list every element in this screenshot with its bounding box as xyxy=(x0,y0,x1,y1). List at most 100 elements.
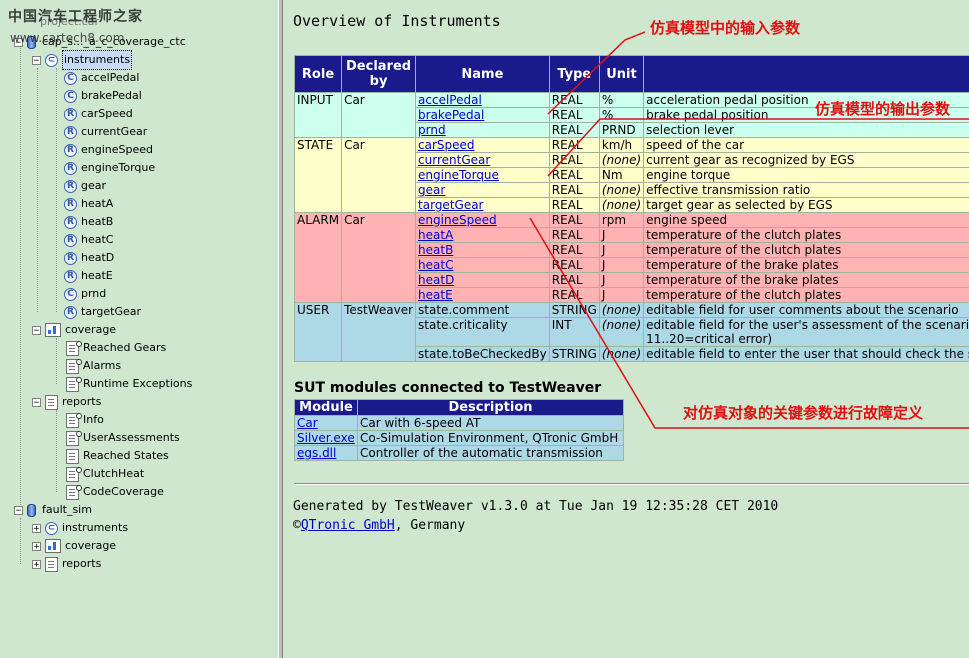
tree-item-instrument[interactable]: RheatE xyxy=(64,267,113,285)
report-icon xyxy=(66,430,82,446)
tree-item-instrument[interactable]: RheatA xyxy=(64,195,113,213)
report-icon xyxy=(66,466,82,482)
coverage-report-icon xyxy=(66,376,82,392)
tree-item-instruments[interactable]: − ⊂ instruments xyxy=(32,50,133,70)
instrument-link[interactable]: heatC xyxy=(418,258,453,272)
instrument-link[interactable]: heatA xyxy=(418,228,453,242)
name-cell: state.toBeCheckedBy xyxy=(415,346,550,362)
name-cell[interactable]: engineSpeed xyxy=(415,212,550,228)
panel-splitter[interactable] xyxy=(278,0,283,658)
name-cell[interactable]: heatD xyxy=(415,272,550,288)
watermark-logo: 中国汽车工程师之家 xyxy=(8,9,143,25)
module-link[interactable]: Silver.exe xyxy=(297,431,355,445)
unit-cell: (none) xyxy=(598,197,645,213)
instrument-link[interactable]: engineTorque xyxy=(418,168,499,182)
name-cell[interactable]: prnd xyxy=(415,122,550,138)
tree-item-fault-coverage[interactable]: + coverage xyxy=(32,537,116,555)
name-cell[interactable]: gear xyxy=(415,182,550,198)
company-link[interactable]: QTronic GmbH xyxy=(301,518,395,533)
name-cell[interactable]: carSpeed xyxy=(415,137,550,153)
module-cell[interactable]: Silver.exe xyxy=(294,430,358,446)
sut-section-title: SUT modules connected to TestWeaver xyxy=(294,380,602,396)
instrument-link[interactable]: engineSpeed xyxy=(418,213,497,227)
instrument-link[interactable]: heatD xyxy=(418,273,454,287)
tree-item-instrument[interactable]: RengineSpeed xyxy=(64,141,153,159)
annotation-fault-definition: 对仿真对象的关键参数进行故障定义 xyxy=(683,404,924,422)
name-cell[interactable]: accelPedal xyxy=(415,92,550,108)
tree-item-report[interactable]: CodeCoverage xyxy=(66,483,164,501)
expand-toggle[interactable]: + xyxy=(32,523,41,533)
unit-cell: (none) xyxy=(598,317,645,347)
module-cell[interactable]: egs.dll xyxy=(294,445,358,461)
tree-item-report[interactable]: Info xyxy=(66,411,104,429)
tree-item-fault-instruments[interactable]: + ⊂ instruments xyxy=(32,519,128,537)
collapse-toggle[interactable]: − xyxy=(14,505,23,515)
instrument-link[interactable]: accelPedal xyxy=(418,93,482,107)
description-cell: editable field for user comments about t… xyxy=(643,302,969,318)
description-text: editable field to enter the user that sh… xyxy=(646,347,969,361)
instrument-link[interactable]: targetGear xyxy=(418,198,483,212)
table-row: egs.dll Controller of the automatic trans… xyxy=(294,445,624,461)
tree-item-instrument[interactable]: CaccelPedal xyxy=(64,69,139,87)
collapse-toggle[interactable]: − xyxy=(32,397,41,407)
tree-item-coverage-report[interactable]: Reached Gears xyxy=(66,339,166,357)
unit-cell: km/h xyxy=(598,137,645,153)
tree-item-instrument[interactable]: CbrakePedal xyxy=(64,87,142,105)
instrument-link[interactable]: heatB xyxy=(418,243,453,257)
expand-toggle[interactable]: + xyxy=(32,559,41,569)
tree-item-coverage-report[interactable]: Runtime Exceptions xyxy=(66,375,192,393)
name-cell: state.comment xyxy=(415,302,550,318)
module-link[interactable]: egs.dll xyxy=(297,446,336,460)
tree-item-report[interactable]: Reached States xyxy=(66,447,169,465)
tree-item-fault-sim[interactable]: − fault_sim xyxy=(14,501,92,519)
declared-by-cell: Car xyxy=(341,92,417,138)
tree-item-report[interactable]: UserAssessments xyxy=(66,429,180,447)
module-cell[interactable]: Car xyxy=(294,415,358,431)
tree-item-reports[interactable]: − reports xyxy=(32,393,101,411)
name-cell[interactable]: brakePedal xyxy=(415,107,550,123)
column-header-name: Name xyxy=(415,55,550,93)
tree-item-label: brakePedal xyxy=(81,89,142,102)
copyright-line: ©QTronic GmbH, Germany xyxy=(293,518,465,533)
name-cell[interactable]: heatE xyxy=(415,287,550,303)
tree-item-instrument[interactable]: RtargetGear xyxy=(64,303,141,321)
type-cell: REAL xyxy=(548,152,600,168)
tree-item-instrument[interactable]: RheatC xyxy=(64,231,113,249)
tree-item-label: gear xyxy=(81,179,107,192)
tree-item-instrument[interactable]: Cprnd xyxy=(64,285,106,303)
tree-item-instrument[interactable]: RengineTorque xyxy=(64,159,155,177)
name-cell[interactable]: heatB xyxy=(415,242,550,258)
collapse-toggle[interactable]: − xyxy=(32,55,41,65)
tree-item-coverage[interactable]: − coverage xyxy=(32,321,116,339)
role-cell: ALARM xyxy=(293,212,343,303)
instrument-link[interactable]: brakePedal xyxy=(418,108,484,122)
name-cell[interactable]: heatA xyxy=(415,227,550,243)
expand-toggle[interactable]: + xyxy=(32,541,41,551)
country-text: , Germany xyxy=(394,518,466,533)
instrument-link[interactable]: carSpeed xyxy=(418,138,475,152)
tree-item-instrument[interactable]: Rgear xyxy=(64,177,106,195)
tree-item-instrument[interactable]: RcurrentGear xyxy=(64,123,147,141)
collapse-toggle[interactable]: − xyxy=(32,325,41,335)
tree-item-fault-reports[interactable]: + reports xyxy=(32,555,101,573)
description-text: selection lever xyxy=(646,123,735,137)
tree-item-label: accelPedal xyxy=(81,71,140,84)
result-variable-icon: R xyxy=(64,125,77,139)
name-cell[interactable]: engineTorque xyxy=(415,167,550,183)
tree-item-instrument[interactable]: RheatB xyxy=(64,213,113,231)
module-link[interactable]: Car xyxy=(297,416,318,430)
tree-item-instrument[interactable]: RcarSpeed xyxy=(64,105,133,123)
instrument-link[interactable]: heatE xyxy=(418,288,453,302)
tree-item-report[interactable]: ClutchHeat xyxy=(66,465,144,483)
tree-item-coverage-report[interactable]: Alarms xyxy=(66,357,121,375)
role-cell: USER xyxy=(293,302,343,362)
instrument-link[interactable]: prnd xyxy=(418,123,446,137)
name-cell[interactable]: currentGear xyxy=(415,152,550,168)
result-variable-icon: R xyxy=(64,197,77,211)
name-cell[interactable]: targetGear xyxy=(415,197,550,213)
name-cell[interactable]: heatC xyxy=(415,257,550,273)
result-variable-icon: R xyxy=(64,107,77,121)
instrument-link[interactable]: gear xyxy=(418,183,445,197)
tree-item-instrument[interactable]: RheatD xyxy=(64,249,114,267)
instrument-link[interactable]: currentGear xyxy=(418,153,490,167)
